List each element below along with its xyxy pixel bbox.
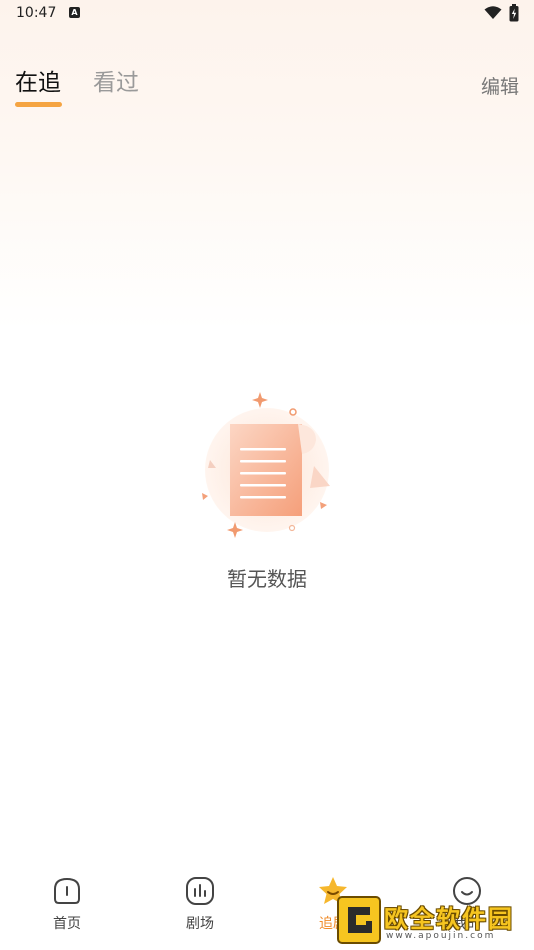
watermark: 欧全软件园 www.apoujin.com [336,893,532,948]
nav-item-theater[interactable]: 剧场 [155,875,245,933]
nav-label-home: 首页 [53,916,81,932]
watermark-title: 欧全软件园 [384,905,514,933]
empty-document-icon [202,392,330,538]
notification-badge-icon: A [69,7,80,18]
edit-button[interactable]: 编辑 [481,72,519,99]
empty-state-text: 暂无数据 [227,567,307,591]
watermark-logo-icon [337,896,381,944]
home-icon [54,877,80,904]
battery-icon [509,4,519,22]
nav-item-home[interactable]: 首页 [22,875,112,933]
status-bar: 10:47 A [0,0,534,28]
nav-label-theater: 剧场 [186,916,214,932]
tab-following[interactable]: 在追 [15,68,61,98]
status-time: 10:47 [16,5,57,21]
wifi-icon [484,6,502,19]
watermark-url: www.apoujin.com [386,931,496,941]
tab-watched[interactable]: 看过 [93,68,139,98]
tab-active-indicator [15,102,62,107]
theater-icon [186,877,214,905]
